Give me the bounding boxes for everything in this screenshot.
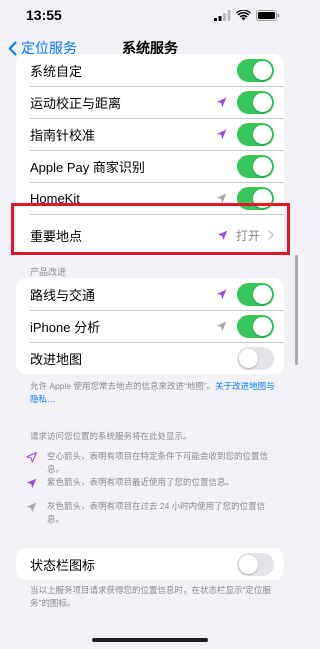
significant-locations-value: 打开 (235, 228, 260, 243)
gray-location-arrow-icon (216, 193, 227, 204)
scroll-indicator[interactable] (295, 255, 298, 365)
legend-text: 空心箭头，表明有项目在特定条件下可能会收到您的位置信息。 (47, 451, 269, 474)
row-label: 改进地图 (30, 351, 83, 367)
list-item-status-bar-icon: 状态栏图标 (16, 548, 284, 580)
legend-text: 紫色箭头，表明有项目最近使用了您的位置信息。 (47, 477, 235, 487)
gray-arrow-icon (26, 502, 37, 513)
chevron-right-icon (268, 230, 274, 240)
list-item-motion-calibration: 运动校正与距离 (16, 86, 284, 118)
toggle-motion-calibration[interactable] (237, 90, 274, 114)
row-label: 路线与交通 (30, 287, 96, 303)
toggle-compass-calibration[interactable] (237, 122, 274, 146)
list-item-compass-calibration: 指南针校准 (16, 118, 284, 150)
battery-icon (256, 9, 280, 21)
wifi-icon (236, 9, 251, 20)
row-label: iPhone 分析 (30, 319, 101, 335)
legend-item-hollow: 空心箭头，表明有项目在特定条件下可能会收到您的位置信息。 (26, 450, 280, 476)
status-bar-icon-group: 状态栏图标 (16, 548, 284, 580)
purple-location-arrow-icon (216, 97, 227, 108)
purple-location-arrow-icon (217, 230, 228, 241)
toggle-system-custom[interactable] (237, 58, 274, 82)
purple-location-arrow-icon (216, 129, 227, 140)
purple-location-arrow-icon (216, 289, 227, 300)
legend-intro: 请求访问您位置的系统服务将在此处显示。 (30, 431, 192, 441)
list-item-system-custom: 系统自定 (16, 54, 284, 86)
home-indicator[interactable] (92, 638, 208, 642)
hollow-arrow-icon (26, 452, 37, 463)
section-header-product-improvement: 产品改进 (30, 267, 67, 277)
product-improvement-list: 路线与交通 iPhone 分析 改进地图 (16, 278, 284, 374)
toggle-routing-traffic[interactable] (237, 282, 274, 306)
toggle-homekit[interactable] (237, 186, 274, 210)
row-label: HomeKit (30, 190, 80, 206)
purple-arrow-icon (26, 478, 37, 489)
row-label: 系统自定 (30, 63, 83, 79)
gray-location-arrow-icon (216, 321, 227, 332)
system-services-list: 系统自定 运动校正与距离 指南针校准 Apple Pay 商家识别 HomeKi… (16, 54, 284, 256)
legend-item-purple: 紫色箭头，表明有项目最近使用了您的位置信息。 (26, 476, 280, 489)
list-item-improve-maps: 改进地图 (16, 342, 284, 374)
list-item-significant-locations[interactable]: 重要地点 打开 (16, 214, 284, 256)
list-item-iphone-analytics: iPhone 分析 (16, 310, 284, 342)
legend-item-gray: 灰色箭头，表明有项目在过去 24 小时内使用了您的位置信息。 (26, 500, 280, 526)
status-time: 13:55 (26, 7, 62, 23)
row-label: 指南针校准 (30, 127, 96, 143)
toggle-apple-pay-merchant[interactable] (237, 154, 274, 178)
improve-maps-footnote-text: 允许 Apple 使用您常去地点的信息来改进“地图”。 (30, 381, 216, 391)
status-bar: 13:55 (0, 0, 300, 30)
row-label: Apple Pay 商家识别 (30, 159, 145, 175)
legend-text: 灰色箭头，表明有项目在过去 24 小时内使用了您的位置信息。 (47, 501, 266, 524)
list-item-routing-traffic: 路线与交通 (16, 278, 284, 310)
row-label: 状态栏图标 (30, 557, 96, 573)
list-item-apple-pay-merchant: Apple Pay 商家识别 (16, 150, 284, 182)
status-icons (214, 9, 280, 21)
row-label: 运动校正与距离 (30, 95, 122, 111)
toggle-iphone-analytics[interactable] (237, 314, 274, 338)
status-bar-icon-footnote: 当以上服务项目请求获得您的位置信息时，在状态栏显示“定位服务”的图标。 (30, 585, 271, 608)
signal-icon (214, 9, 231, 21)
list-item-homekit: HomeKit (16, 182, 284, 214)
row-label: 重要地点 (30, 228, 83, 244)
improve-maps-footnote: 允许 Apple 使用您常去地点的信息来改进“地图”。关于改进地图与隐私… (30, 380, 280, 406)
toggle-status-bar-icon[interactable] (237, 552, 274, 576)
toggle-improve-maps[interactable] (237, 346, 274, 370)
